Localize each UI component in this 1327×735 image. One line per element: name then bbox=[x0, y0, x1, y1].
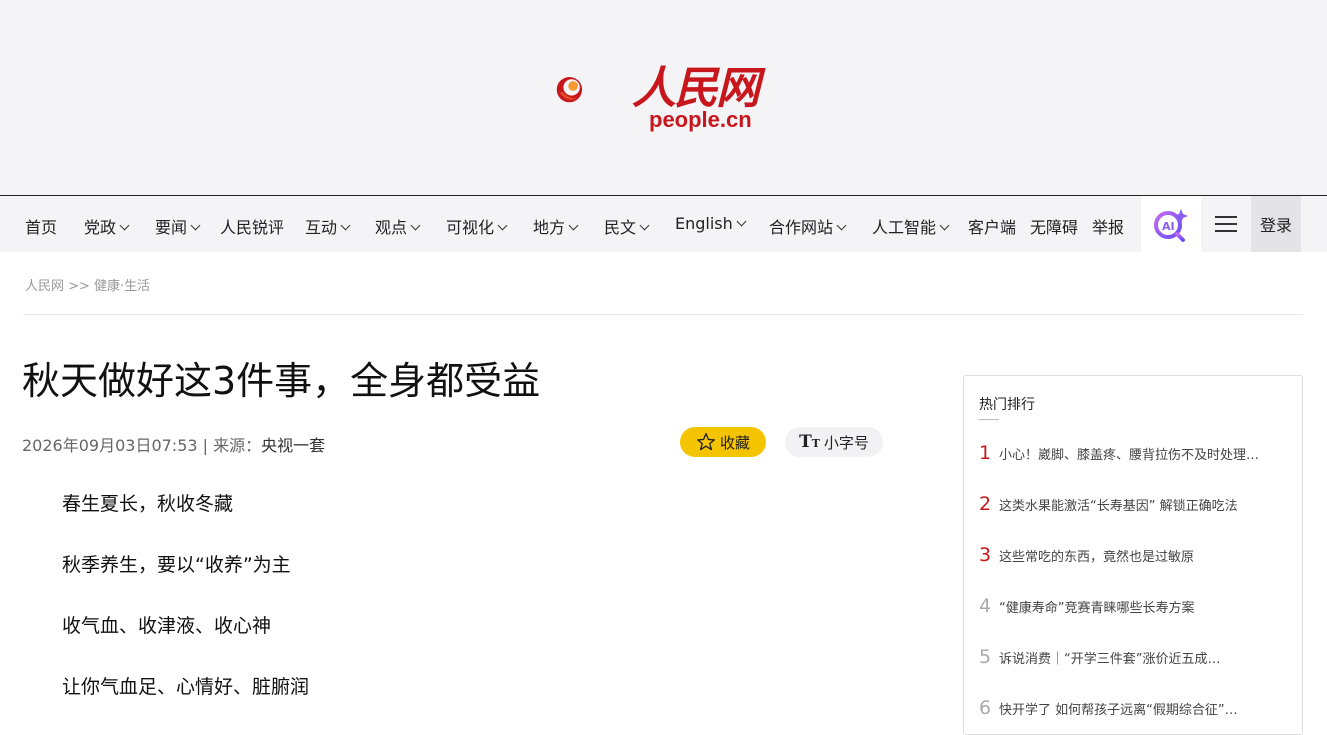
nav-label: 客户端 bbox=[968, 218, 1017, 237]
ranking-item[interactable]: 4 “健康寿命”竞赛青睐哪些长寿方案 bbox=[979, 595, 1294, 617]
font-size-label: 小字号 bbox=[823, 433, 869, 452]
chevron-down-icon bbox=[119, 220, 130, 231]
divider bbox=[23, 314, 1303, 315]
nav-item-english[interactable]: English bbox=[675, 214, 747, 233]
nav-item-ai[interactable]: 人工智能 bbox=[872, 214, 950, 238]
rank-text: 这类水果能激活“长寿基因” 解锁正确吃法 bbox=[999, 499, 1238, 514]
favorite-label: 收藏 bbox=[719, 433, 750, 452]
breadcrumb[interactable]: 人民网 >> 健康·生活 bbox=[25, 275, 150, 294]
main-nav: 首页 党政 要闻 人民锐评 互动 观点 可视化 地方 民文 English 合作… bbox=[0, 196, 1327, 252]
favorite-button[interactable]: 收藏 bbox=[680, 427, 766, 457]
chevron-down-icon bbox=[568, 220, 579, 231]
rank-number: 5 bbox=[979, 646, 992, 668]
nav-label: 合作网站 bbox=[769, 218, 834, 237]
ranking-item[interactable]: 5 诉说消费｜“开学三件套”涨价近五成… bbox=[979, 646, 1294, 668]
ranking-item[interactable]: 1 小心！崴脚、膝盖疼、腰背拉伤不及时处理… bbox=[979, 442, 1294, 464]
article-paragraph: 收气血、收津液、收心神 bbox=[62, 615, 272, 637]
site-header: 人民网 people.cn bbox=[0, 0, 1327, 196]
nav-label: 人民锐评 bbox=[220, 218, 285, 237]
people-logo-icon[interactable] bbox=[556, 50, 636, 130]
ranking-item[interactable]: 2 这类水果能激活“长寿基因” 解锁正确吃法 bbox=[979, 493, 1294, 515]
rank-number: 4 bbox=[979, 595, 992, 617]
nav-label: 人工智能 bbox=[872, 218, 937, 237]
nav-item-partners[interactable]: 合作网站 bbox=[769, 214, 847, 238]
rank-number: 6 bbox=[979, 697, 992, 719]
rank-text: 快开学了 如何帮孩子远离“假期综合征”… bbox=[999, 703, 1238, 718]
nav-label: 无障碍 bbox=[1030, 218, 1079, 237]
article-meta: 2026年09月03日07:53 | 来源：央视一套 bbox=[22, 432, 325, 456]
nav-item-local[interactable]: 地方 bbox=[533, 214, 579, 238]
logo-domain: people.cn bbox=[649, 107, 752, 132]
chevron-down-icon bbox=[736, 216, 747, 227]
title-underline bbox=[979, 419, 999, 420]
nav-label: 民文 bbox=[604, 218, 637, 237]
star-icon bbox=[696, 433, 715, 451]
nav-label: 观点 bbox=[375, 218, 408, 237]
chevron-down-icon bbox=[340, 220, 351, 231]
chevron-down-icon bbox=[836, 220, 847, 231]
ai-search-button[interactable]: AI bbox=[1141, 196, 1201, 252]
source-prefix: | 来源： bbox=[197, 436, 262, 455]
nav-item-party[interactable]: 党政 bbox=[84, 214, 130, 238]
rank-number: 2 bbox=[979, 493, 992, 515]
hamburger-icon bbox=[1215, 216, 1237, 232]
menu-button[interactable] bbox=[1202, 196, 1250, 252]
nav-item-opinion[interactable]: 观点 bbox=[375, 214, 421, 238]
nav-item-accessibility[interactable]: 无障碍 bbox=[1030, 214, 1078, 238]
rank-text: “健康寿命”竞赛青睐哪些长寿方案 bbox=[999, 601, 1195, 616]
chevron-down-icon bbox=[190, 220, 201, 231]
nav-item-report[interactable]: 举报 bbox=[1092, 214, 1124, 238]
hot-ranking-title: 热门排行 bbox=[979, 397, 1035, 413]
ranking-item[interactable]: 3 这些常吃的东西，竟然也是过敏原 bbox=[979, 544, 1294, 566]
article-date: 2026年09月03日07:53 bbox=[22, 436, 198, 455]
chevron-down-icon bbox=[497, 220, 508, 231]
font-size-icon: TT bbox=[799, 432, 820, 452]
nav-label: English bbox=[675, 214, 733, 233]
ai-search-icon: AI bbox=[1154, 209, 1188, 242]
nav-item-news[interactable]: 要闻 bbox=[155, 214, 201, 238]
hot-ranking-panel: 热门排行 1 小心！崴脚、膝盖疼、腰背拉伤不及时处理… 2 这类水果能激活“长寿基因… bbox=[963, 375, 1303, 735]
rank-text: 这些常吃的东西，竟然也是过敏原 bbox=[999, 550, 1195, 565]
nav-label: 互动 bbox=[305, 218, 338, 237]
nav-label: 地方 bbox=[533, 218, 566, 237]
nav-item-interact[interactable]: 互动 bbox=[305, 214, 351, 238]
nav-label: 可视化 bbox=[446, 218, 495, 237]
login-button[interactable]: 登录 bbox=[1251, 196, 1301, 252]
article-paragraph: 春生夏长，秋收冬藏 bbox=[62, 493, 234, 515]
nav-item-commentary[interactable]: 人民锐评 bbox=[220, 214, 284, 238]
nav-item-home[interactable]: 首页 bbox=[25, 214, 57, 238]
rank-number: 3 bbox=[979, 544, 992, 566]
nav-label: 首页 bbox=[25, 218, 58, 237]
ranking-item[interactable]: 6 快开学了 如何帮孩子远离“假期综合征”… bbox=[979, 697, 1294, 719]
article-paragraph: 秋季养生，要以“收养”为主 bbox=[62, 554, 291, 576]
nav-item-client[interactable]: 客户端 bbox=[968, 214, 1016, 238]
nav-label: 党政 bbox=[84, 218, 117, 237]
font-size-button[interactable]: TT 小字号 bbox=[785, 427, 883, 457]
chevron-down-icon bbox=[639, 220, 650, 231]
article-title: 秋天做好这3件事，全身都受益 bbox=[22, 359, 541, 403]
chevron-down-icon bbox=[939, 220, 950, 231]
nav-item-visual[interactable]: 可视化 bbox=[446, 214, 508, 238]
svg-text:AI: AI bbox=[1162, 220, 1175, 233]
article-source: 央视一套 bbox=[261, 436, 326, 455]
rank-text: 诉说消费｜“开学三件套”涨价近五成… bbox=[999, 652, 1221, 667]
chevron-down-icon bbox=[410, 220, 421, 231]
nav-item-ethnic[interactable]: 民文 bbox=[604, 214, 650, 238]
rank-text: 小心！崴脚、膝盖疼、腰背拉伤不及时处理… bbox=[999, 448, 1260, 463]
nav-label: 要闻 bbox=[155, 218, 188, 237]
article-paragraph: 让你气血足、心情好、脏腑润 bbox=[62, 676, 310, 698]
rank-number: 1 bbox=[979, 442, 992, 464]
nav-label: 举报 bbox=[1092, 218, 1125, 237]
